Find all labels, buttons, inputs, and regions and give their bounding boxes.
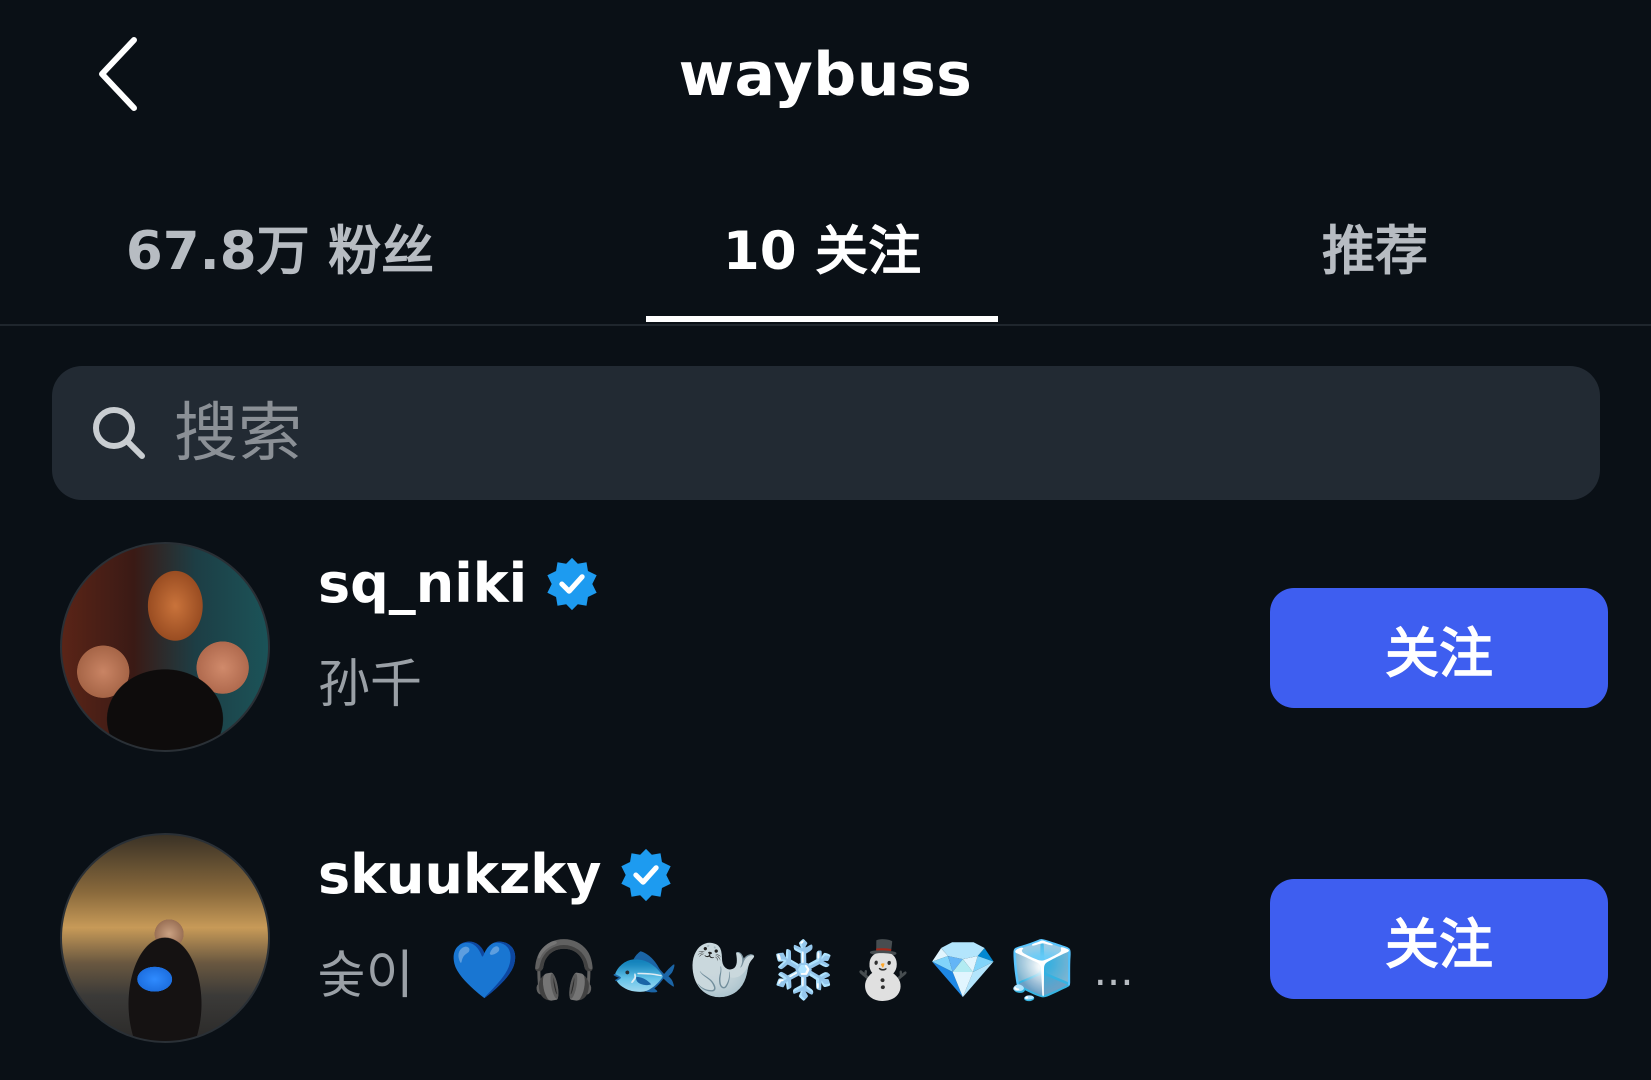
follow-button[interactable]: 关注 [1270,879,1608,999]
tab-following[interactable]: 10 关注 [646,195,998,325]
page-title: waybuss [678,40,973,110]
username-line[interactable]: skuukzky [318,843,675,906]
tabs-divider [0,324,1651,326]
display-name-text: 孙千 [318,655,423,715]
active-tab-indicator [646,316,998,322]
tab-suggested-label: 推荐 [1322,221,1428,282]
emoji-row: 💙 🎧 🐟 🦭 ❄️ ⛄ 💎 🧊 ... [449,937,1134,1003]
ice-emoji: 🧊 [1007,937,1078,1003]
gem-emoji: 💎 [928,937,998,1003]
avatar[interactable] [60,833,270,1043]
tab-bar: 67.8万 粉丝 10 关注 推荐 [0,195,1651,325]
list-item[interactable]: sq_niki 孙千 关注 [0,532,1651,762]
display-name: 孙千 [318,642,422,717]
username: sq_niki [318,552,528,615]
fish-emoji: 🐟 [609,937,679,1003]
display-name: 숮이 💙 🎧 🐟 🦭 ❄️ ⛄ 💎 🧊 ... [318,933,1134,1008]
blue-heart-emoji: 💙 [449,937,520,1003]
tab-suggested[interactable]: 推荐 [1230,195,1520,325]
following-page: waybuss 67.8万 粉丝 10 关注 推荐 sq_niki [0,0,1651,1080]
seal-emoji: 🦭 [688,937,759,1003]
follow-button[interactable]: 关注 [1270,588,1608,708]
headphones-emoji: 🎧 [529,937,600,1003]
display-name-text: 숮이 [318,946,414,1006]
snowman-emoji: ⛄ [848,937,919,1003]
tab-followers-label: 67.8万 粉丝 [125,221,435,282]
username-line[interactable]: sq_niki [318,552,601,615]
avatar[interactable] [60,542,270,752]
search-icon [93,407,145,459]
list-item[interactable]: skuukzky 숮이 💙 🎧 🐟 🦭 ❄️ ⛄ 💎 🧊 ... 关注 [0,823,1651,1053]
search-bar[interactable] [52,366,1600,500]
search-input[interactable] [172,388,1556,480]
tab-followers[interactable]: 67.8万 粉丝 [70,195,490,325]
tab-following-label: 10 关注 [722,221,922,282]
truncation-ellipsis: ... [1093,946,1134,995]
verified-badge-icon [547,557,597,610]
verified-badge-icon [621,848,672,901]
username: skuukzky [318,843,602,906]
snowflake-emoji: ❄️ [768,937,839,1003]
